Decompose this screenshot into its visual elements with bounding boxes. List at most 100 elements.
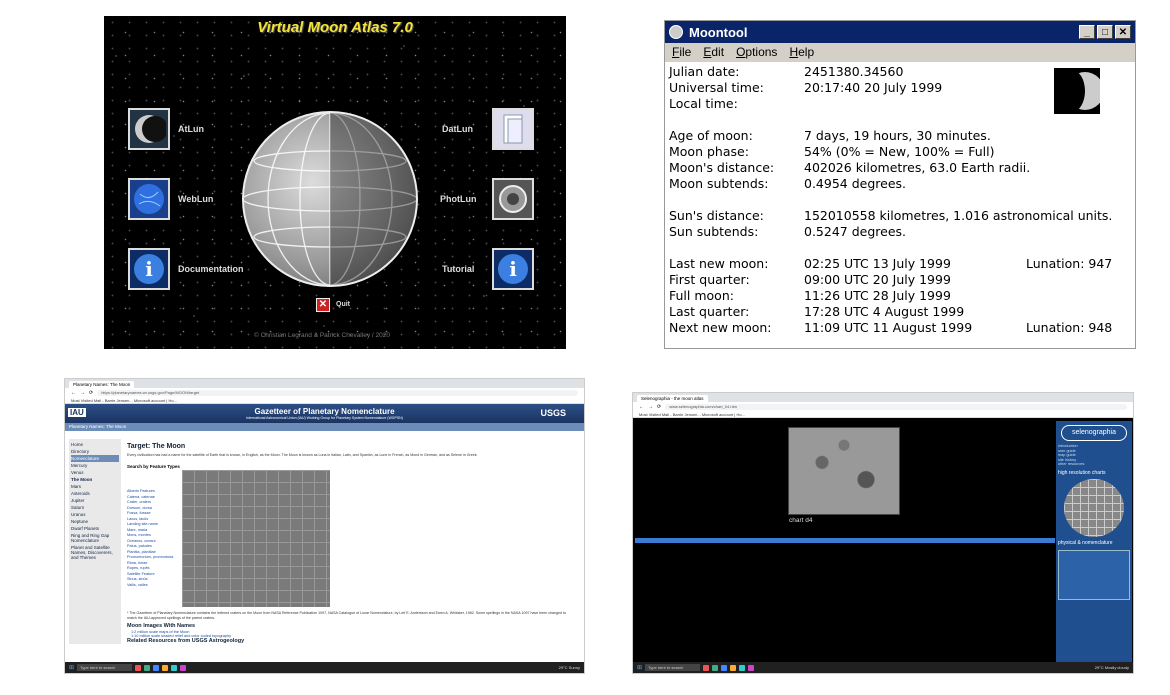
usgs-logo[interactable]: USGS: [540, 408, 566, 418]
bookmarks-bar: Most Visited Mail - Barrie Jensen... Mic…: [633, 411, 1133, 418]
sidebar-item[interactable]: Dwarf Planets: [71, 525, 119, 532]
row-value: 402026 kilometres, 63.0 Earth radii.: [804, 160, 1031, 175]
app-icon[interactable]: [162, 664, 169, 671]
url-field[interactable]: https://planetarynames.wr.usgs.gov/Page/…: [97, 389, 578, 396]
lunation-value: Lunation: 948: [1026, 320, 1113, 335]
address-bar: ← → ⟳ https://planetarynames.wr.usgs.gov…: [65, 388, 584, 397]
browser-tab[interactable]: Selenographia - the moon atlas: [637, 395, 708, 402]
row-label: Local time:: [669, 96, 738, 111]
menu-edit[interactable]: Edit: [703, 45, 724, 60]
chart-nav-bar[interactable]: [635, 538, 1055, 543]
moon-chart-image[interactable]: [788, 427, 900, 515]
app-icon[interactable]: [730, 664, 737, 671]
weather-tray[interactable]: 29°C Mostly cloudy: [1095, 665, 1129, 670]
row-value: 20:17:40 20 July 1999: [804, 80, 943, 95]
sidebar-item[interactable]: The Moon: [71, 476, 119, 483]
selenographia-logo[interactable]: selenographia: [1061, 425, 1127, 441]
moon-app-icon: [669, 25, 683, 39]
sidebar-link[interactable]: other resources: [1058, 462, 1130, 467]
app-icon[interactable]: [135, 664, 142, 671]
tutorial-button[interactable]: i: [492, 248, 534, 290]
moon-phase-image: [1054, 68, 1100, 114]
reload-icon[interactable]: ⟳: [657, 404, 661, 410]
weblun-button[interactable]: [128, 178, 170, 220]
sidebar-item[interactable]: Venus: [71, 469, 119, 476]
quit-button[interactable]: ✕: [316, 298, 330, 312]
sidebar-item[interactable]: Mercury: [71, 462, 119, 469]
menu-options[interactable]: Options: [736, 45, 777, 60]
feature-link[interactable]: Vallis, valles: [127, 583, 173, 589]
moon-nomenclature-map[interactable]: [182, 470, 330, 607]
gazetteer-sidebar: Home Directory Nomenclature Mercury Venu…: [69, 439, 121, 644]
back-icon[interactable]: ←: [71, 390, 76, 396]
chart-selector-grid[interactable]: [1064, 478, 1124, 537]
row-value: 2451380.34560: [804, 64, 904, 79]
intro-text: Every civilization has had a name for th…: [127, 453, 478, 457]
photlun-label: PhotLun: [440, 194, 477, 204]
app-icon[interactable]: [153, 664, 160, 671]
images-heading: Moon Images With Names: [127, 623, 196, 629]
app-icon[interactable]: [712, 664, 719, 671]
nomenclature-options[interactable]: [1058, 549, 1130, 600]
sidebar-item[interactable]: Jupiter: [71, 497, 119, 504]
feature-link[interactable]: Promontorium, promontoria: [127, 555, 173, 561]
sidebar-item[interactable]: Uranus: [71, 511, 119, 518]
menu-file[interactable]: File: [672, 45, 691, 60]
row-label: Universal time:: [669, 80, 764, 95]
row-label: Full moon:: [669, 288, 734, 303]
sidebar-item[interactable]: Directory: [71, 448, 119, 455]
back-icon[interactable]: ←: [639, 404, 644, 410]
minimize-button[interactable]: _: [1079, 25, 1095, 39]
tutorial-label: Tutorial: [442, 264, 475, 274]
row-label: Moon's distance:: [669, 160, 775, 175]
app-icon[interactable]: [180, 664, 187, 671]
windows-start-icon[interactable]: ⊞: [637, 664, 642, 671]
taskbar-search[interactable]: Type here to search: [77, 664, 133, 671]
taskbar-search[interactable]: Type here to search: [645, 664, 701, 671]
app-icon[interactable]: [703, 664, 710, 671]
documentation-button[interactable]: i: [128, 248, 170, 290]
row-label: Julian date:: [669, 64, 740, 79]
row-label: Moon subtends:: [669, 176, 769, 191]
app-icon[interactable]: [721, 664, 728, 671]
sidebar-item[interactable]: Ring and Ring Gap Nomenclature: [71, 532, 119, 544]
sidebar-item[interactable]: Asteroids: [71, 490, 119, 497]
info-icon: i: [498, 254, 528, 284]
row-value: 152010558 kilometres, 1.016 astronomical…: [804, 208, 1113, 223]
atlun-label: AtLun: [178, 124, 204, 134]
globe-icon: [134, 184, 164, 214]
sidebar-item[interactable]: Home: [71, 441, 119, 448]
weather-tray[interactable]: 29°C Sunny: [559, 665, 580, 670]
moontool-titlebar[interactable]: Moontool _ □ ✕: [665, 21, 1135, 43]
datlun-button[interactable]: [492, 108, 534, 150]
browser-tab[interactable]: Planetary Names: The Moon: [69, 381, 135, 388]
app-icon[interactable]: [171, 664, 178, 671]
app-icon[interactable]: [739, 664, 746, 671]
photlun-button[interactable]: [492, 178, 534, 220]
reload-icon[interactable]: ⟳: [89, 390, 93, 396]
gazetteer-main: Target: The Moon Every civilization has …: [123, 439, 575, 644]
sidebar-item[interactable]: Neptune: [71, 518, 119, 525]
windows-taskbar: ⊞ Type here to search 29°C Sunny: [65, 662, 584, 673]
sidebar-item[interactable]: Planet and Satellite Names, Discoverers,…: [71, 544, 119, 561]
close-button[interactable]: ✕: [1115, 25, 1131, 39]
sidebar-item[interactable]: Saturn: [71, 504, 119, 511]
moontool-window: Moontool _ □ ✕ File Edit Options Help Ju…: [664, 20, 1136, 349]
windows-start-icon[interactable]: ⊞: [69, 664, 74, 671]
forward-icon[interactable]: →: [80, 390, 85, 396]
atlun-button[interactable]: [128, 108, 170, 150]
selenographia-browser-screenshot: Selenographia - the moon atlas ← → ⟳ www…: [632, 392, 1134, 674]
forward-icon[interactable]: →: [648, 404, 653, 410]
app-icon[interactable]: [748, 664, 755, 671]
maximize-button[interactable]: □: [1097, 25, 1113, 39]
menu-help[interactable]: Help: [789, 45, 814, 60]
url-field[interactable]: www.selenographia.com/chart_04.htm: [665, 403, 1127, 410]
tab-strip: Selenographia - the moon atlas: [633, 393, 1133, 402]
gazetteer-title: Gazetteer of Planetary Nomenclature: [254, 407, 395, 416]
moontool-title: Moontool: [689, 24, 748, 40]
app-icon[interactable]: [144, 664, 151, 671]
address-bar: ← → ⟳ www.selenographia.com/chart_04.htm: [633, 402, 1133, 411]
row-label: Sun subtends:: [669, 224, 759, 239]
sidebar-item[interactable]: Mars: [71, 483, 119, 490]
sidebar-item[interactable]: Nomenclature: [71, 455, 119, 462]
